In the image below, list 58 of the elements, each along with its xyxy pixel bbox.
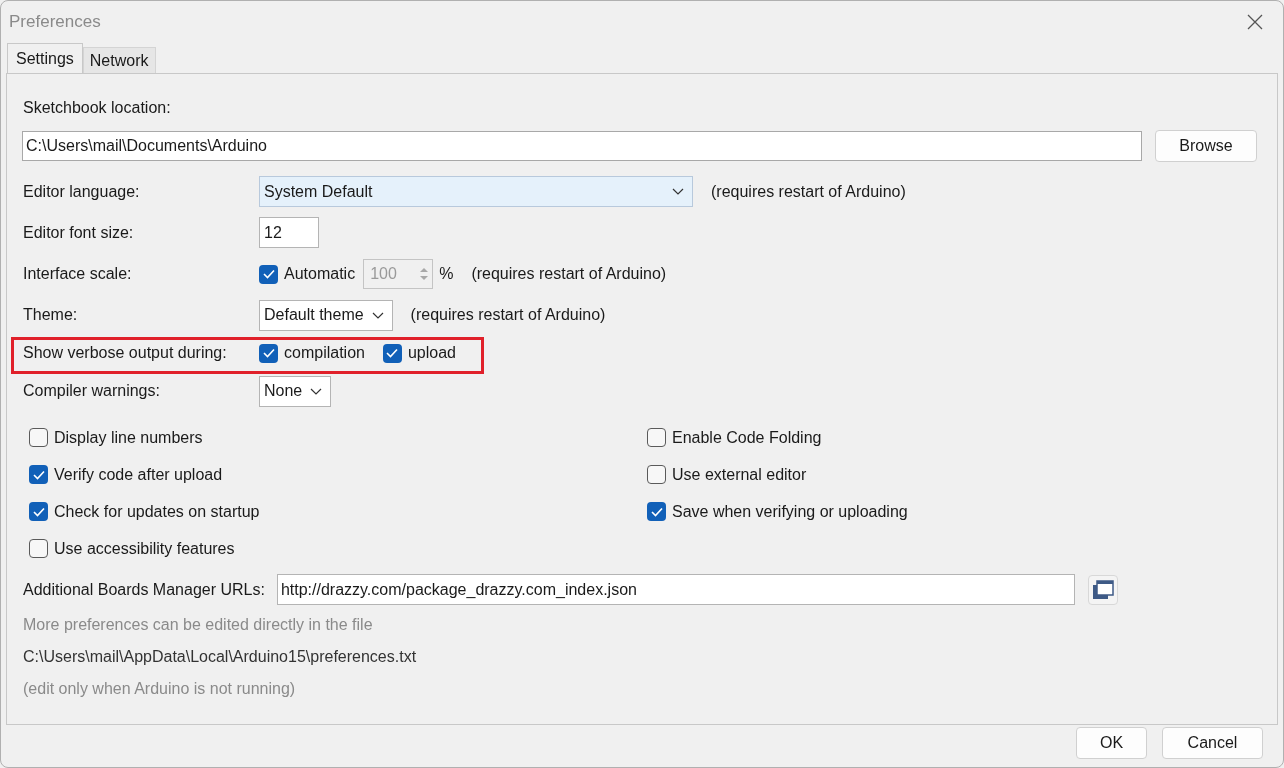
check-icon	[262, 348, 275, 358]
window-title: Preferences	[9, 11, 101, 34]
checkbox[interactable]	[29, 502, 48, 521]
chevron-down-icon	[310, 387, 323, 395]
windows-icon[interactable]	[1087, 574, 1118, 605]
checkbox-label: Automatic	[284, 264, 356, 284]
checkbox-label: Enable Code Folding	[672, 427, 822, 448]
input-field[interactable]: http://drazzy.com/package_drazzy.com_index.json	[276, 574, 1075, 605]
field-label: Show verbose output during:	[23, 343, 228, 363]
chevron-down-icon	[371, 311, 384, 319]
field-label: Additional Boards Manager URLs:	[23, 579, 265, 600]
unit-label: %	[439, 264, 454, 284]
browse-button[interactable]: Browse	[1155, 130, 1257, 162]
tab[interactable]: Settings	[7, 43, 83, 73]
checkbox[interactable]	[382, 343, 402, 363]
check-icon	[32, 469, 45, 480]
info-text: (edit only when Arduino is not running)	[23, 679, 297, 699]
tab[interactable]: Network	[82, 47, 156, 73]
checkbox-label: Save when verifying or uploading	[672, 501, 908, 522]
checkbox[interactable]	[259, 343, 278, 363]
check-icon	[262, 269, 275, 279]
ok-button[interactable]: OK	[1076, 727, 1147, 759]
field-label: Compiler warnings:	[23, 381, 161, 401]
checkbox-label: Use external editor	[672, 464, 807, 485]
checkbox[interactable]	[259, 264, 278, 284]
checkbox[interactable]	[29, 465, 48, 484]
checkbox[interactable]	[647, 428, 666, 447]
input-field[interactable]: 12	[259, 217, 319, 248]
cancel-button[interactable]: Cancel	[1162, 727, 1263, 759]
checkbox-label: upload	[407, 343, 456, 363]
checkbox[interactable]	[29, 428, 48, 447]
input-field[interactable]: C:\Users\mail\Documents\Arduino	[22, 131, 1142, 161]
field-label: Interface scale:	[23, 264, 133, 284]
note-text: (requires restart of Arduino)	[711, 181, 906, 202]
dropdown[interactable]: Default theme	[259, 299, 393, 331]
checkbox-label: Check for updates on startup	[54, 501, 260, 522]
check-icon	[650, 506, 663, 517]
note-text: (requires restart of Arduino)	[471, 264, 667, 284]
check-icon	[386, 348, 399, 358]
info-text: C:\Users\mail\AppData\Local\Arduino15\preferences.txt	[23, 647, 418, 667]
field-label: Sketchbook location:	[23, 98, 172, 118]
checkbox[interactable]	[29, 539, 48, 558]
field-label: Theme:	[23, 305, 79, 325]
info-text: More preferences can be edited directly in the file	[23, 615, 374, 635]
note-text: (requires restart of Arduino)	[410, 305, 606, 325]
field-label: Editor font size:	[23, 222, 135, 243]
chevron-down-icon	[672, 188, 684, 195]
dropdown[interactable]: None	[259, 375, 332, 407]
check-icon	[32, 506, 45, 517]
checkbox-label: Use accessibility features	[54, 538, 235, 559]
checkbox-label: compilation	[284, 343, 365, 363]
field-label: Editor language:	[23, 181, 141, 202]
checkbox-label: Display line numbers	[54, 427, 203, 448]
checkbox[interactable]	[647, 502, 666, 521]
checkbox[interactable]	[647, 465, 666, 484]
close-button[interactable]	[1245, 12, 1265, 32]
dropdown[interactable]: System Default	[259, 176, 693, 207]
checkbox-label: Verify code after upload	[54, 464, 223, 485]
